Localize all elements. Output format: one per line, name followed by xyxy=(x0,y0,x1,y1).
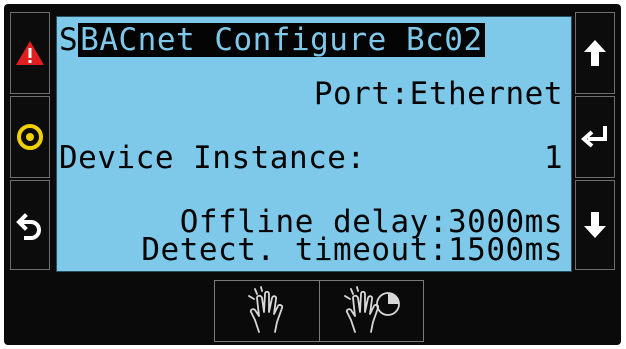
program-circle-icon xyxy=(17,124,43,150)
back-arrow-icon xyxy=(16,213,41,240)
down-arrow-icon xyxy=(584,212,606,238)
single-tap-gesture-icon xyxy=(247,286,283,333)
escape-button[interactable] xyxy=(10,180,50,270)
device-instance-field[interactable]: Device Instance: 1 xyxy=(57,141,571,175)
screen-title: BACnet Configure Bc02 xyxy=(78,22,485,58)
device-instance-label: Device Instance: xyxy=(59,140,366,176)
lcd-screen: SBACnet Configure Bc02 Port:Ethernet Dev… xyxy=(56,16,572,272)
enter-button[interactable] xyxy=(575,96,615,178)
device-panel-photo: SBACnet Configure Bc02 Port:Ethernet Dev… xyxy=(0,0,626,349)
gesture-bar xyxy=(214,280,424,342)
up-button[interactable] xyxy=(575,12,615,94)
screen-title-row: SBACnet Configure Bc02 xyxy=(59,23,573,57)
mode-indicator: S xyxy=(59,22,79,58)
tap-gesture-button[interactable] xyxy=(215,281,320,341)
controller-bezel: SBACnet Configure Bc02 Port:Ethernet Dev… xyxy=(4,4,621,345)
program-button[interactable] xyxy=(10,96,50,178)
port-field[interactable]: Port:Ethernet xyxy=(57,77,571,111)
tap-hold-gesture-button[interactable] xyxy=(320,281,424,341)
tap-hold-gesture-icon xyxy=(344,286,401,333)
alarm-triangle-icon xyxy=(16,41,44,65)
device-instance-value: 1 xyxy=(543,140,563,176)
enter-icon xyxy=(581,126,607,148)
alarm-button[interactable] xyxy=(10,12,50,94)
down-button[interactable] xyxy=(575,180,615,270)
up-arrow-icon xyxy=(584,40,606,66)
detect-timeout-field[interactable]: Detect. timeout:1500ms xyxy=(57,233,571,267)
